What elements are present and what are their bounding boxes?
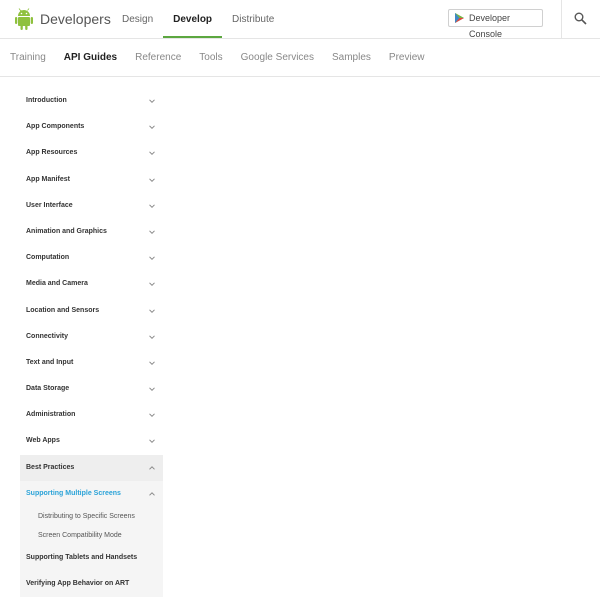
sidebar-item-best-practices[interactable]: Best Practices (20, 454, 163, 481)
subnav-tools[interactable]: Tools (199, 52, 222, 63)
sidebar-item-label: Verifying App Behavior on ART (26, 580, 130, 588)
subnav-training[interactable]: Training (10, 52, 46, 63)
chevron-down-icon (149, 361, 155, 365)
chevron-up-icon (149, 465, 155, 470)
brand-title[interactable]: Developers (40, 11, 111, 27)
chevron-down-icon (149, 282, 155, 287)
sidebar-item-app-resources[interactable]: App Resources (20, 140, 163, 166)
chevron-up-icon (149, 491, 155, 496)
sidebar-item-label: App Components (26, 123, 85, 131)
chevron-down-icon (149, 99, 155, 104)
sidebar-item-administration[interactable]: Administration (20, 402, 163, 428)
sidebar-item-label: Administration (26, 411, 76, 419)
sidebar-item-user-interface[interactable]: User Interface (20, 193, 163, 219)
sidebar-item-data-storage[interactable]: Data Storage (20, 376, 163, 402)
chevron-down-icon (149, 308, 155, 313)
chevron-down-icon (149, 230, 155, 234)
developer-console-button[interactable]: Developer Console (448, 9, 543, 39)
sidebar-item-connectivity[interactable]: Connectivity (20, 324, 163, 350)
sidebar-item-label: App Manifest (26, 175, 70, 183)
sidebar-item-media-camera[interactable]: Media and Camera (20, 271, 163, 297)
chevron-down-icon (149, 387, 155, 392)
play-store-icon (455, 13, 464, 23)
sidebar-item-label: App Resources (26, 149, 78, 157)
subnav-reference[interactable]: Reference (135, 52, 181, 63)
guide-sidebar: Introduction App Components App Resource… (20, 88, 163, 598)
sidebar-item-verifying-app-behavior-art[interactable]: Verifying App Behavior on ART (20, 571, 163, 598)
sidebar-item-label: Location and Sensors (26, 306, 100, 314)
sidebar-item-label: Media and Camera (26, 280, 88, 288)
sidebar-item-label: Supporting Multiple Screens (26, 489, 121, 497)
chevron-down-icon (149, 256, 155, 261)
sidebar-item-computation[interactable]: Computation (20, 245, 163, 271)
subnav-preview[interactable]: Preview (389, 52, 425, 63)
sidebar-item-app-components[interactable]: App Components (20, 114, 163, 140)
chevron-down-icon (149, 178, 155, 182)
sidebar-item-supporting-multiple-screens[interactable]: Supporting Multiple Screens (20, 480, 163, 507)
search-icon[interactable] (574, 12, 587, 25)
tab-design[interactable]: Design (112, 0, 163, 38)
chevron-down-icon (149, 204, 155, 208)
tab-develop[interactable]: Develop (163, 0, 223, 38)
sidebar-item-label: Text and Input (26, 358, 74, 366)
sidebar-item-label: Data Storage (26, 385, 70, 393)
sidebar-item-location-sensors[interactable]: Location and Sensors (20, 298, 163, 324)
sidebar-item-label: Web Apps (26, 437, 60, 445)
chevron-down-icon (149, 335, 155, 339)
top-header: Developers Design Develop Distribute Dev… (0, 0, 600, 39)
subnav-api-guides[interactable]: API Guides (64, 52, 117, 63)
sidebar-item-label: Best Practices (26, 463, 75, 471)
android-logo-icon[interactable] (14, 8, 34, 30)
subnav-google-services[interactable]: Google Services (241, 52, 314, 63)
sidebar-item-label: Supporting Tablets and Handsets (26, 554, 138, 561)
top-nav: Design Develop Distribute (112, 0, 284, 38)
sidebar-subitem-screen-compatibility-mode[interactable]: Screen Compatibility Mode (20, 526, 163, 545)
tab-distribute[interactable]: Distribute (222, 0, 284, 38)
sidebar-item-introduction[interactable]: Introduction (20, 88, 163, 114)
sidebar-item-web-apps[interactable]: Web Apps (20, 428, 163, 454)
sidebar-item-label: Computation (26, 254, 70, 262)
subnav-samples[interactable]: Samples (332, 52, 371, 63)
sidebar-item-supporting-tablets-handsets[interactable]: Supporting Tablets and Handsets (20, 545, 163, 572)
sidebar-item-label: User Interface (26, 201, 73, 209)
sidebar-item-animation-graphics[interactable]: Animation and Graphics (20, 219, 163, 245)
header-divider (561, 0, 562, 38)
sidebar-item-text-input[interactable]: Text and Input (20, 350, 163, 376)
chevron-down-icon (149, 125, 155, 130)
sidebar-subitem-distributing-specific-screens[interactable]: Distributing to Specific Screens (20, 507, 163, 526)
sidebar-item-label: Connectivity (26, 332, 69, 340)
chevron-down-icon (149, 151, 155, 156)
api-subnav: Training API Guides Reference Tools Goog… (0, 38, 600, 77)
chevron-down-icon (149, 413, 155, 418)
sidebar-item-label: Animation and Graphics (26, 227, 107, 235)
sidebar-item-label: Introduction (26, 97, 67, 104)
sidebar-item-app-manifest[interactable]: App Manifest (20, 167, 163, 193)
chevron-down-icon (149, 439, 155, 444)
